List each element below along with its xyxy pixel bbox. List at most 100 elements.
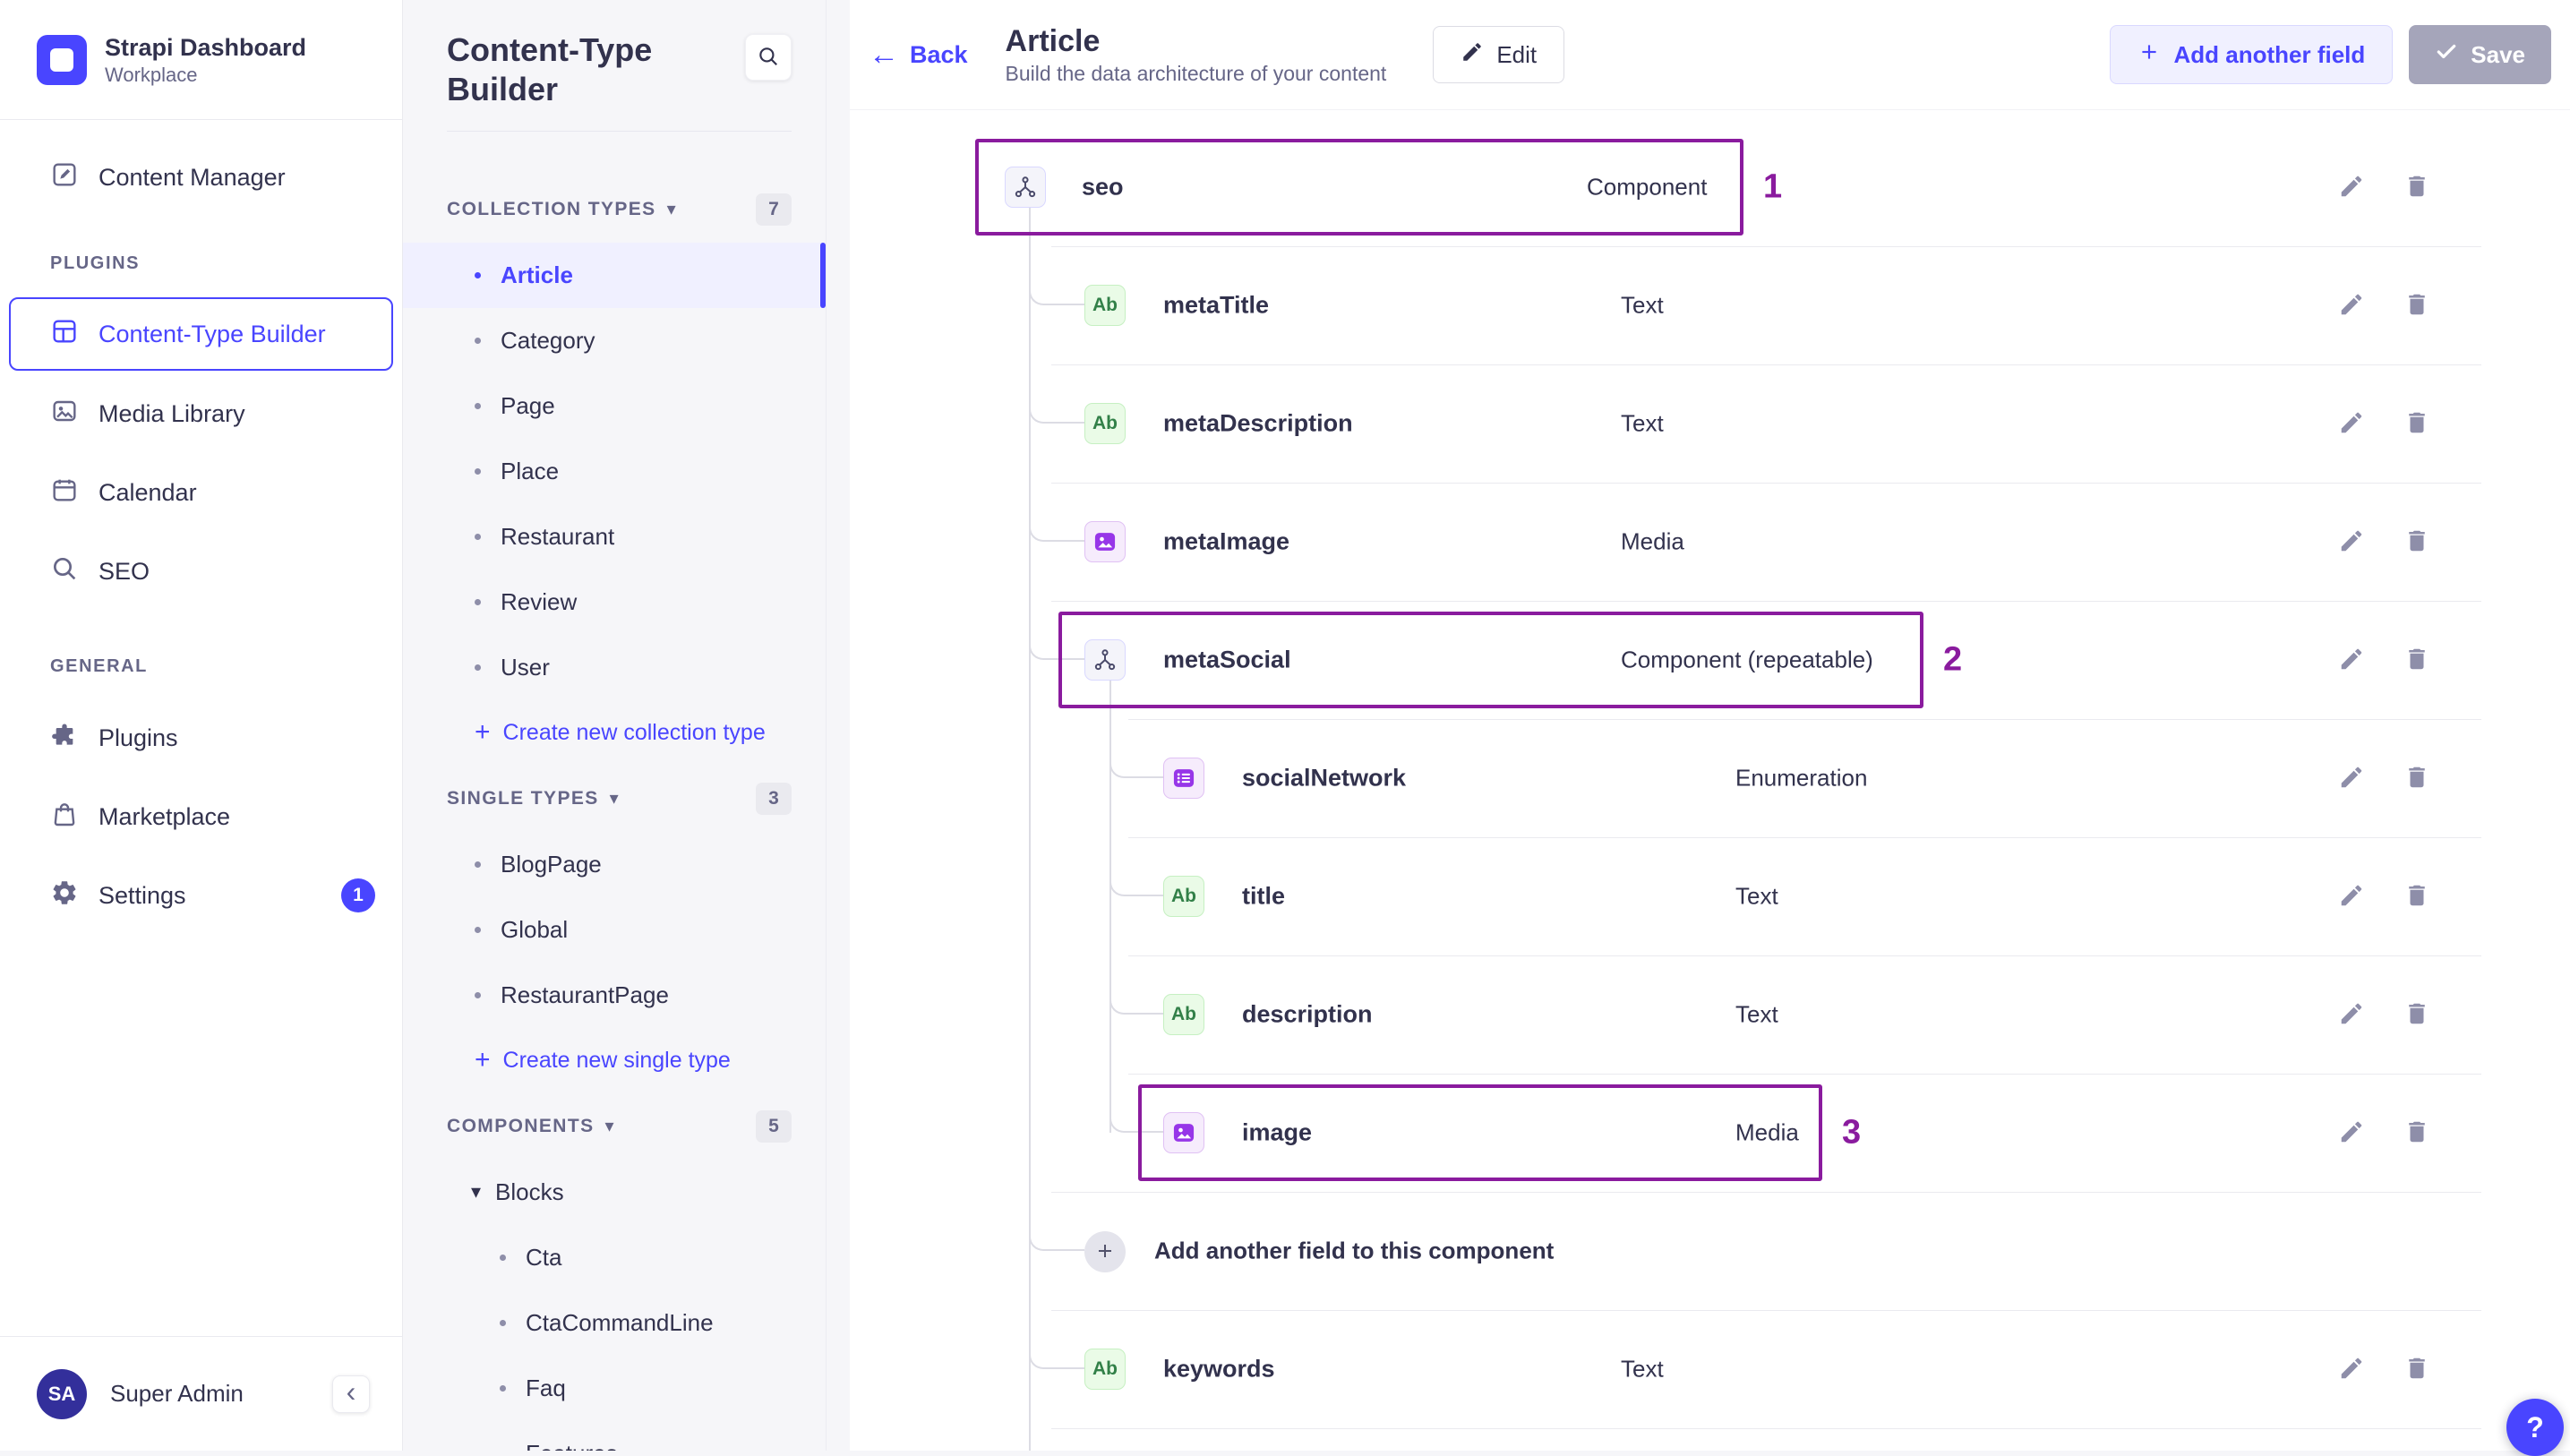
back-button[interactable]: ← Back [869, 39, 968, 70]
bullet-icon [475, 534, 481, 540]
sidebar-item-settings[interactable]: Settings 1 [0, 856, 402, 935]
trash-icon [2403, 291, 2430, 321]
save-label: Save [2471, 41, 2525, 69]
single-type-item[interactable]: RestaurantPage [403, 963, 826, 1028]
collection-type-item[interactable]: Category [403, 308, 826, 373]
sidebar-item-label: Settings [99, 882, 186, 910]
trash-icon [2403, 527, 2430, 557]
component-item[interactable]: Features [403, 1421, 826, 1451]
sidebar-item-calendar[interactable]: Calendar [0, 453, 402, 532]
collection-type-item[interactable]: Restaurant [403, 504, 826, 570]
edit-field-button[interactable] [2332, 995, 2371, 1034]
edit-label: Edit [1496, 41, 1537, 69]
sidebar-item-content-type-builder[interactable]: Content-Type Builder [9, 297, 393, 371]
count-badge: 5 [756, 1110, 792, 1143]
tree-elbow [1029, 246, 1084, 305]
sidebar-item-marketplace[interactable]: Marketplace [0, 777, 402, 856]
field-type: Text [1735, 883, 1778, 911]
delete-field-button[interactable] [2397, 522, 2437, 561]
edit-field-button[interactable] [2332, 404, 2371, 443]
components-list: Cta CtaCommandLine Faq Features [403, 1225, 826, 1451]
collection-type-item[interactable]: Article [403, 243, 826, 308]
section-label: COMPONENTS [447, 1116, 595, 1137]
annotation-box-3: 3 [1138, 1084, 1822, 1181]
pencil-icon [2338, 1000, 2365, 1030]
ctb-sidebar: Content-Type Builder COLLECTION TYPES ▾ … [403, 0, 827, 1451]
nav-section-plugins: PLUGINS [0, 231, 402, 295]
delete-field-button[interactable] [2397, 995, 2437, 1034]
add-field-label: Add another field [2173, 41, 2365, 69]
tree-elbow [1109, 1074, 1163, 1133]
puzzle-icon [50, 721, 79, 756]
field-type: Component [1587, 174, 1707, 201]
item-label: Article [501, 261, 573, 289]
edit-field-button[interactable] [2332, 286, 2371, 325]
collection-type-item[interactable]: Place [403, 439, 826, 504]
field-name: metaImage [1163, 528, 1289, 556]
create-single-type-link[interactable]: + Create new single type [403, 1028, 826, 1093]
add-field-circle-button[interactable] [1084, 1231, 1126, 1272]
delete-field-button[interactable] [2397, 167, 2437, 207]
single-type-item[interactable]: BlogPage [403, 832, 826, 897]
edit-field-button[interactable] [2332, 522, 2371, 561]
delete-field-button[interactable] [2397, 1113, 2437, 1152]
delete-field-button[interactable] [2397, 404, 2437, 443]
row-separator [1051, 1310, 2481, 1311]
pencil-icon [2338, 409, 2365, 439]
collapse-sidebar-button[interactable]: ‹ [332, 1375, 370, 1413]
settings-notification-badge: 1 [341, 878, 375, 912]
edit-field-button[interactable] [2332, 1349, 2371, 1389]
media-field-icon [1163, 1112, 1204, 1153]
delete-field-button[interactable] [2397, 286, 2437, 325]
help-button[interactable]: ? [2506, 1399, 2564, 1456]
sidebar-item-content-manager[interactable]: Content Manager [0, 138, 402, 217]
sidebar-footer: SA Super Admin ‹ [0, 1336, 402, 1451]
field-name: seo [1082, 174, 1124, 201]
single-types-header[interactable]: SINGLE TYPES ▾ 3 [403, 766, 826, 832]
tree-elbow [1029, 483, 1084, 542]
collection-type-item[interactable]: Page [403, 373, 826, 439]
search-button[interactable] [745, 34, 792, 81]
delete-field-button[interactable] [2397, 877, 2437, 916]
collection-types-header[interactable]: COLLECTION TYPES ▾ 7 [403, 176, 826, 243]
sidebar-item-plugins[interactable]: Plugins [0, 698, 402, 777]
sidebar-item-media-library[interactable]: Media Library [0, 374, 402, 453]
item-label: Cta [526, 1244, 561, 1272]
add-another-field-button[interactable]: Add another field [2110, 25, 2393, 84]
create-collection-type-link[interactable]: + Create new collection type [403, 700, 826, 766]
field-row-keywords: AbkeywordsText [850, 1310, 2570, 1428]
field-row-image: imageMedia3 [850, 1074, 2570, 1192]
trash-icon [2403, 646, 2430, 675]
single-type-item[interactable]: Global [403, 897, 826, 963]
edit-field-button[interactable] [2332, 640, 2371, 680]
delete-field-button[interactable] [2397, 758, 2437, 798]
sidebar-item-seo[interactable]: SEO [0, 532, 402, 611]
save-button[interactable]: Save [2409, 25, 2551, 84]
text-field-icon: Ab [1163, 876, 1204, 917]
tree-elbow [1109, 719, 1163, 778]
collection-type-item[interactable]: User [403, 635, 826, 700]
media-library-icon [50, 397, 79, 432]
component-item[interactable]: Cta [403, 1225, 826, 1290]
delete-field-button[interactable] [2397, 1349, 2437, 1389]
component-item[interactable]: CtaCommandLine [403, 1290, 826, 1356]
collection-type-item[interactable]: Review [403, 570, 826, 635]
components-category-blocks[interactable]: ▾ Blocks [403, 1160, 826, 1225]
field-name: metaSocial [1163, 647, 1291, 674]
edit-button[interactable]: Edit [1433, 26, 1564, 83]
edit-field-button[interactable] [2332, 877, 2371, 916]
section-label: COLLECTION TYPES [447, 199, 656, 220]
bullet-icon [475, 468, 481, 475]
components-header[interactable]: COMPONENTS ▾ 5 [403, 1093, 826, 1160]
row-separator [1051, 483, 2481, 484]
media-field-icon [1084, 521, 1126, 562]
add-field-to-component-row[interactable]: Add another field to this component [850, 1192, 2570, 1310]
edit-field-button[interactable] [2332, 167, 2371, 207]
content-type-builder-icon [50, 317, 79, 352]
edit-field-button[interactable] [2332, 758, 2371, 798]
component-item[interactable]: Faq [403, 1356, 826, 1421]
field-name: keywords [1163, 1356, 1275, 1383]
tree-elbow [1029, 601, 1084, 660]
edit-field-button[interactable] [2332, 1113, 2371, 1152]
delete-field-button[interactable] [2397, 640, 2437, 680]
